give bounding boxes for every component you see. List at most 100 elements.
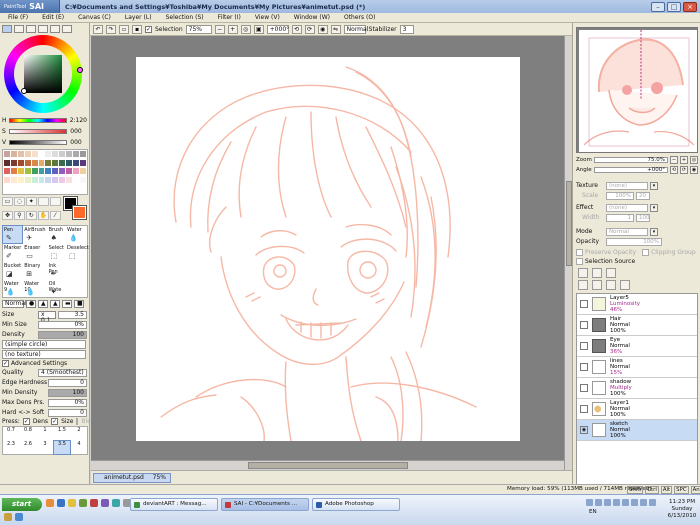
navigator-preview[interactable] [576,27,698,153]
clock[interactable]: 11:23 PM Sunday 6/13/2010 [666,499,698,520]
saturation-value-square[interactable] [24,55,62,93]
color-swatch[interactable] [73,176,80,183]
menu-filter[interactable]: Filter (I) [213,14,250,21]
color-swatch[interactable] [59,168,66,175]
color-swatch[interactable] [52,159,59,166]
brush-select[interactable]: Select ⬚ [48,244,65,261]
tray-icon[interactable] [640,499,647,506]
move-icon[interactable]: ✥ [2,210,13,220]
color-swatch[interactable] [31,151,38,157]
color-swatch[interactable] [52,185,59,192]
max-dens-prs-row[interactable]: Max Dens Prs. 0% [2,398,87,407]
app-icon[interactable] [90,499,98,507]
menu-selection[interactable]: Selection (S) [161,14,213,21]
media-icon[interactable] [79,499,87,507]
menu-file[interactable]: File (F) [3,14,37,21]
preserve-opacity-checkbox[interactable] [576,249,583,256]
color-swatch[interactable] [17,176,24,183]
brush-empty-slot[interactable] [66,262,90,279]
dummy-tool-icon[interactable] [49,197,61,206]
color-swatch[interactable] [73,185,80,192]
layer-visibility-toggle[interactable] [580,405,588,413]
brush-brush[interactable]: Brush ♠ [48,226,65,243]
tray-icon[interactable] [649,499,656,506]
color-swatch[interactable] [24,151,31,157]
color-swatch[interactable] [52,168,59,175]
color-swatch[interactable] [38,151,45,157]
app-icon[interactable] [112,499,120,507]
zoom-in-icon[interactable]: + [227,24,238,34]
horizontal-scroll-thumb[interactable] [248,462,408,469]
color-swatch[interactable] [73,159,80,166]
taskbar-button[interactable]: deviantART : Messag... [130,498,218,511]
menu-edit[interactable]: Edit (E) [37,14,73,21]
redo-button[interactable]: ↷ [106,24,116,34]
rect-select-icon[interactable]: ▭ [2,197,13,206]
invert-selection-button[interactable]: ▪ [132,24,142,34]
magic-wand-icon[interactable]: ✦ [25,197,37,206]
zoom-reset-icon[interactable]: ◎ [240,24,251,34]
horizontal-scrollbar[interactable] [91,460,564,470]
clipping-group-checkbox[interactable] [642,249,650,256]
layer-texture-row[interactable]: Texture (none) ▾ [576,181,698,190]
start-button[interactable]: start [2,498,42,511]
vertical-scrollbar[interactable] [564,36,572,470]
color-swatch[interactable] [38,168,45,175]
zoom-icon[interactable]: ⚲ [13,210,25,220]
color-swatches[interactable] [2,149,88,195]
color-swatch[interactable] [10,176,17,183]
hand-icon[interactable]: ✋ [37,210,49,220]
size-preset[interactable]: 0.7 [3,427,19,440]
press-blend-checkbox[interactable] [76,418,79,425]
minimize-button[interactable]: – [651,1,665,12]
lasso-icon[interactable]: ◌ [13,197,25,206]
color-swatch[interactable] [59,151,66,157]
drawing-canvas[interactable] [136,57,520,442]
color-swatch[interactable] [80,185,86,192]
color-swatch[interactable] [31,168,38,175]
color-swatch[interactable] [24,176,31,183]
mode-dropdown[interactable]: Normal [343,24,368,34]
color-swatch[interactable] [31,159,38,166]
color-swatch[interactable] [38,176,45,183]
hue-cursor[interactable] [77,67,83,73]
color-swatch[interactable] [38,185,45,192]
color-swatch[interactable] [38,159,45,166]
canvas-area[interactable] [91,36,572,470]
transfer-down-icon[interactable] [578,280,588,290]
color-swatch[interactable] [73,151,80,157]
tray-icon[interactable] [622,499,629,506]
file-tab-animetut[interactable]: animetut.psd 75% [93,473,171,483]
tray-icon[interactable] [586,499,593,506]
color-swatch[interactable] [59,159,66,166]
layer-row-lines[interactable]: lines Normal 15% [577,357,697,378]
layer-row-hair[interactable]: Hair Normal 100% [577,315,697,336]
color-swatch[interactable] [45,151,52,157]
color-swatch[interactable] [59,185,66,192]
size-preset[interactable]: 3.5 [53,440,71,455]
value-slider[interactable]: V 000 [2,137,87,147]
rotate-left-icon[interactable]: ⟲ [291,24,302,34]
size-preset[interactable]: 2 [71,427,87,440]
density-row[interactable]: Density 100 [2,330,87,339]
color-swatch[interactable] [45,176,52,183]
blend-mode-dropdown[interactable]: Normal [2,300,27,308]
nav-rotate-reset-icon[interactable]: ◉ [690,166,698,174]
layer-row-eye[interactable]: Eye Normal 36% [577,336,697,357]
brush-oil-wate[interactable]: Oil Wate ✦ [48,280,65,297]
navigator-zoom-row[interactable]: Zoom 75.0% − + ◎ [576,156,698,164]
color-swatch[interactable] [24,168,31,175]
selection-source-checkbox[interactable] [576,258,583,265]
eyedropper-icon[interactable]: ⁄ [49,210,61,220]
layer-visibility-toggle[interactable] [580,363,588,371]
color-swatch[interactable] [80,159,86,166]
layer-visibility-toggle[interactable] [580,342,588,350]
firefox-icon[interactable] [46,499,54,507]
tray-icon[interactable] [595,499,602,506]
hard-soft-row[interactable]: Hard <-> Soft 0 [2,408,87,417]
close-button[interactable]: × [683,1,697,12]
swatches-tab[interactable] [50,25,60,33]
menu-window[interactable]: Window (W) [289,14,339,21]
flip-icon[interactable]: ⇋ [330,24,341,34]
shape-soft-icon[interactable]: ▲ [38,300,48,308]
